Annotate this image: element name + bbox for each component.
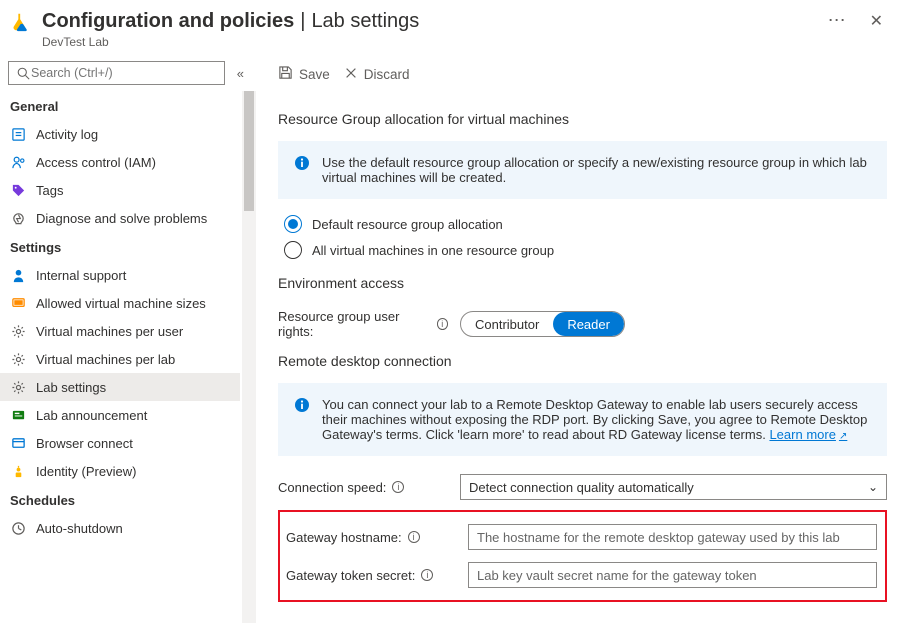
sidebar-item-label: Browser connect: [36, 436, 133, 451]
info-icon[interactable]: i: [421, 569, 433, 581]
discard-button[interactable]: Discard: [344, 66, 410, 83]
save-icon: [278, 65, 293, 83]
section-rdc-title: Remote desktop connection: [278, 353, 887, 369]
sidebar-item-label: Virtual machines per lab: [36, 352, 175, 367]
radio-default-rg[interactable]: Default resource group allocation: [278, 213, 887, 239]
vm-sizes-icon: [10, 295, 26, 311]
browser-connect-icon: [10, 435, 26, 451]
announcement-icon: [10, 407, 26, 423]
sidebar-item-label: Allowed virtual machine sizes: [36, 296, 206, 311]
sidebar-item-label: Virtual machines per user: [36, 324, 183, 339]
sidebar-group-header: General: [0, 91, 240, 120]
identity-icon: [10, 463, 26, 479]
activity-log-icon: [10, 126, 26, 142]
diagnose-icon: [10, 210, 26, 226]
gateway-fields-highlight: Gateway hostname: i Gateway token secret…: [278, 510, 887, 602]
gear-icon: [10, 351, 26, 367]
info-box-rdc: You can connect your lab to a Remote Des…: [278, 383, 887, 456]
sidebar-item-identity-preview-[interactable]: Identity (Preview): [0, 457, 240, 485]
content-area: Save Discard Resource Group allocation f…: [256, 57, 905, 623]
sidebar-item-tags[interactable]: Tags: [0, 176, 240, 204]
sidebar-item-access-control-iam-[interactable]: Access control (IAM): [0, 148, 240, 176]
chevron-down-icon: ⌄: [868, 480, 878, 494]
sidebar-item-internal-support[interactable]: Internal support: [0, 261, 240, 289]
more-actions-button[interactable]: ⋯: [820, 10, 854, 31]
conn-speed-dropdown[interactable]: Detect connection quality automatically …: [460, 474, 887, 500]
sidebar-item-label: Lab settings: [36, 380, 106, 395]
sidebar-group-header: Schedules: [0, 485, 240, 514]
info-icon[interactable]: i: [408, 531, 420, 543]
sidebar-item-virtual-machines-per-user[interactable]: Virtual machines per user: [0, 317, 240, 345]
sidebar-item-label: Diagnose and solve problems: [36, 211, 207, 226]
internal-support-icon: [10, 267, 26, 283]
sidebar: « General Activity log Access control (IAM…: [0, 57, 256, 623]
conn-speed-label: Connection speed: i: [278, 480, 448, 495]
info-icon[interactable]: i: [392, 481, 404, 493]
radio-icon: [284, 215, 302, 233]
sidebar-item-lab-announcement[interactable]: Lab announcement: [0, 401, 240, 429]
gw-host-label: Gateway hostname: i: [286, 530, 456, 545]
gw-token-label: Gateway token secret: i: [286, 568, 456, 583]
page-subtitle: DevTest Lab: [42, 35, 820, 49]
sidebar-item-allowed-virtual-machine-sizes[interactable]: Allowed virtual machine sizes: [0, 289, 240, 317]
sidebar-item-auto-shutdown[interactable]: Auto-shutdown: [0, 514, 240, 542]
sidebar-item-label: Auto-shutdown: [36, 521, 123, 536]
section-rg-title: Resource Group allocation for virtual ma…: [278, 111, 887, 127]
pill-contributor[interactable]: Contributor: [461, 312, 553, 336]
toolbar: Save Discard: [278, 57, 887, 93]
rg-rights-toggle[interactable]: Contributor Reader: [460, 311, 625, 337]
search-input[interactable]: [31, 66, 218, 80]
save-button[interactable]: Save: [278, 65, 330, 83]
header: Configuration and policies | Lab setting…: [0, 0, 905, 57]
sidebar-item-label: Identity (Preview): [36, 464, 136, 479]
search-input-wrapper[interactable]: [8, 61, 225, 85]
sidebar-item-label: Lab announcement: [36, 408, 147, 423]
sidebar-item-label: Access control (IAM): [36, 155, 156, 170]
external-link-icon: ↗: [839, 431, 847, 442]
gateway-hostname-input[interactable]: [468, 524, 877, 550]
gear-icon: [10, 379, 26, 395]
info-icon[interactable]: i: [437, 318, 449, 330]
sidebar-group-header: Settings: [0, 232, 240, 261]
sidebar-item-activity-log[interactable]: Activity log: [0, 120, 240, 148]
info-icon: [294, 397, 310, 413]
pill-reader[interactable]: Reader: [553, 312, 624, 336]
sidebar-scrollbar[interactable]: [242, 91, 256, 623]
page-title: Configuration and policies | Lab setting…: [42, 10, 820, 33]
search-icon: [15, 65, 31, 81]
sidebar-item-lab-settings[interactable]: Lab settings: [0, 373, 240, 401]
sidebar-item-virtual-machines-per-lab[interactable]: Virtual machines per lab: [0, 345, 240, 373]
gateway-token-input[interactable]: [468, 562, 877, 588]
sidebar-item-browser-connect[interactable]: Browser connect: [0, 429, 240, 457]
radio-single-rg[interactable]: All virtual machines in one resource gro…: [278, 239, 887, 265]
devtest-lab-icon: [10, 10, 34, 34]
tags-icon: [10, 182, 26, 198]
gear-icon: [10, 323, 26, 339]
sidebar-item-label: Internal support: [36, 268, 126, 283]
sidebar-item-diagnose-and-solve-problems[interactable]: Diagnose and solve problems: [0, 204, 240, 232]
collapse-sidebar-button[interactable]: «: [233, 62, 248, 85]
radio-icon: [284, 241, 302, 259]
rg-rights-label: Resource group user rights: i: [278, 309, 448, 339]
info-box-rg: Use the default resource group allocatio…: [278, 141, 887, 199]
section-env-title: Environment access: [278, 275, 887, 291]
info-icon: [294, 155, 310, 171]
learn-more-link[interactable]: Learn more↗: [769, 427, 847, 442]
clock-icon: [10, 520, 26, 536]
access-control-icon: [10, 154, 26, 170]
sidebar-item-label: Tags: [36, 183, 63, 198]
discard-icon: [344, 66, 358, 83]
sidebar-item-label: Activity log: [36, 127, 98, 142]
close-button[interactable]: ✕: [864, 11, 889, 31]
